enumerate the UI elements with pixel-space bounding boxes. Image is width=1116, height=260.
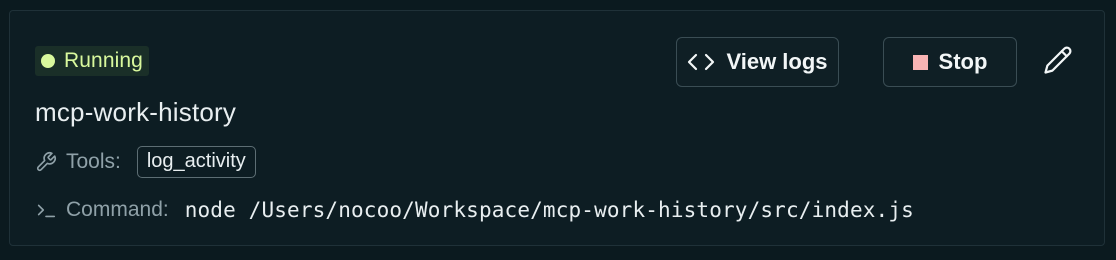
status-label: Running (64, 49, 143, 72)
command-value: node /Users/nocoo/Workspace/mcp-work-his… (184, 198, 914, 222)
status-badge: Running (35, 46, 149, 76)
code-brackets-icon (687, 52, 715, 72)
tools-row: Tools: log_activity (35, 146, 256, 178)
mcp-server-card: Running mcp-work-history Tools: log_acti… (9, 10, 1105, 246)
view-logs-label: View logs (726, 49, 828, 74)
pencil-icon (1043, 45, 1073, 80)
stop-square-icon (912, 54, 928, 70)
stop-button[interactable]: Stop (883, 37, 1017, 87)
stop-label: Stop (938, 49, 988, 74)
edit-button[interactable] (1040, 44, 1076, 80)
tools-label: Tools: (66, 150, 121, 173)
wrench-icon (35, 151, 57, 173)
command-label: Command: (66, 198, 169, 221)
terminal-prompt-icon (35, 199, 57, 221)
status-dot-icon (41, 54, 55, 68)
tool-chip: log_activity (136, 146, 256, 178)
command-row: Command: node /Users/nocoo/Workspace/mcp… (35, 194, 914, 226)
view-logs-button[interactable]: View logs (676, 37, 839, 87)
server-name: mcp-work-history (35, 97, 237, 127)
